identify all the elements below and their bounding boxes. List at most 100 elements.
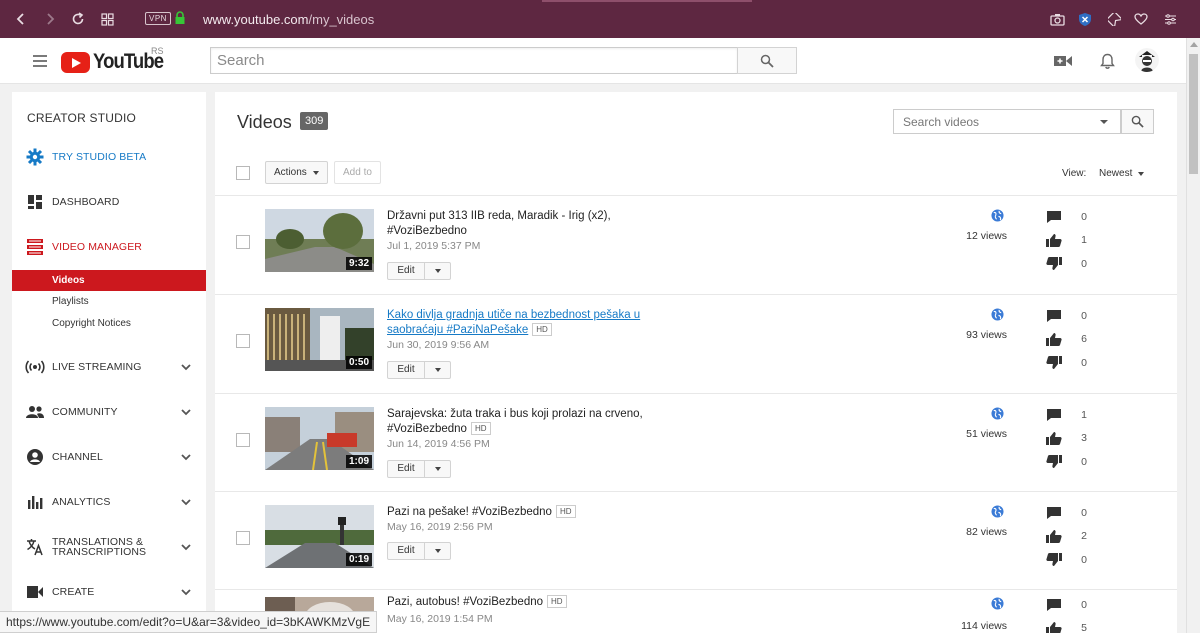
camera-icon[interactable]: [1047, 9, 1067, 29]
video-duration: 0:50: [345, 356, 372, 369]
video-manager-icon: [24, 236, 46, 258]
video-checkbox[interactable]: [236, 531, 250, 545]
country-code: RS: [151, 46, 164, 56]
settings-sliders-icon[interactable]: [1160, 9, 1180, 29]
public-globe-icon: [991, 505, 1004, 518]
youtube-header: YouTube RS Search: [0, 38, 1186, 84]
edit-label: Edit: [388, 263, 425, 279]
add-to-button[interactable]: Add to: [334, 161, 381, 184]
url-path: /my_videos: [308, 12, 375, 27]
lock-icon[interactable]: [174, 11, 186, 25]
edit-dropdown[interactable]: [425, 269, 450, 273]
video-checkbox[interactable]: [236, 235, 250, 249]
sidebar-item-create[interactable]: CREATE: [12, 581, 206, 603]
sidebar-item-video-manager[interactable]: VIDEO MANAGER: [12, 236, 206, 258]
back-icon[interactable]: [11, 9, 31, 29]
like-icon: [1046, 622, 1062, 633]
video-count-badge: 309: [300, 112, 329, 130]
sidebar-item-analytics[interactable]: ANALYTICS: [12, 491, 206, 513]
address-bar[interactable]: www.youtube.com/my_videos: [203, 12, 374, 27]
hd-badge: HD: [547, 595, 567, 608]
caret-down-icon[interactable]: [1100, 120, 1108, 124]
heart-icon[interactable]: [1131, 9, 1151, 29]
speed-dial-icon[interactable]: [97, 9, 117, 29]
edit-dropdown[interactable]: [425, 467, 450, 471]
search-videos-input[interactable]: Search videos: [893, 109, 1121, 134]
video-title[interactable]: Sarajevska: žuta traka i bus koji prolaz…: [387, 407, 657, 437]
chevron-down-icon[interactable]: [180, 586, 192, 598]
video-title-text: Pazi na pešake! #VoziBezbedno: [387, 506, 552, 518]
video-row: 1:09 Sarajevska: žuta traka i bus koji p…: [215, 393, 1177, 492]
edit-label: Edit: [388, 362, 425, 378]
sidebar-subitem-copyright-notices[interactable]: Copyright Notices: [12, 313, 206, 334]
edit-button[interactable]: Edit: [387, 262, 451, 280]
public-globe-icon: [991, 407, 1004, 420]
chevron-down-icon[interactable]: [180, 496, 192, 508]
video-title[interactable]: Pazi, autobus! #VoziBezbedno HD: [387, 595, 657, 610]
video-title-text: Sarajevska: žuta traka i bus koji prolaz…: [387, 408, 643, 435]
chevron-down-icon[interactable]: [180, 361, 192, 373]
edit-dropdown[interactable]: [425, 549, 450, 553]
like-icon: [1046, 333, 1062, 346]
scrollbar-thumb[interactable]: [1189, 54, 1198, 174]
edit-button[interactable]: Edit: [387, 361, 451, 379]
search-input[interactable]: Search: [210, 47, 738, 74]
video-views: 82 views: [966, 526, 1007, 538]
search-button[interactable]: [737, 47, 797, 74]
edit-button[interactable]: Edit: [387, 460, 451, 478]
sidebar-item-translations[interactable]: TRANSLATIONS & TRANSCRIPTIONS: [12, 536, 206, 558]
youtube-logo[interactable]: YouTube RS: [61, 46, 173, 74]
sidebar-item-label: COMMUNITY: [52, 406, 118, 418]
gear-icon: [24, 146, 46, 168]
dislike-icon: [1046, 553, 1062, 566]
search-videos-button[interactable]: [1121, 109, 1154, 134]
video-title[interactable]: Pazi na pešake! #VoziBezbedno HD: [387, 505, 657, 520]
page-scrollbar[interactable]: [1186, 38, 1200, 633]
vpn-badge[interactable]: VPN: [145, 12, 171, 25]
avatar[interactable]: [1135, 48, 1159, 72]
edit-dropdown[interactable]: [425, 368, 450, 372]
video-thumbnail[interactable]: 9:32: [265, 209, 374, 272]
video-thumbnail[interactable]: 0:19: [265, 505, 374, 568]
select-all-checkbox[interactable]: [236, 166, 250, 180]
video-date: Jun 14, 2019 4:56 PM: [387, 438, 490, 450]
status-bar-url: https://www.youtube.com/edit?o=U&ar=3&vi…: [0, 611, 378, 633]
comment-count: 0: [1081, 599, 1087, 611]
edit-button[interactable]: Edit: [387, 542, 451, 560]
video-title-text: Pazi, autobus! #VoziBezbedno: [387, 596, 544, 608]
sidebar-item-label: CHANNEL: [52, 451, 103, 463]
video-checkbox[interactable]: [236, 334, 250, 348]
dislike-count: 0: [1081, 456, 1087, 468]
browser-toolbar: VPN www.youtube.com/my_videos: [0, 0, 1200, 38]
comment-count: 0: [1081, 310, 1087, 322]
search-icon: [760, 54, 774, 68]
sidebar-item-try-studio-beta[interactable]: TRY STUDIO BETA: [12, 146, 206, 168]
search-videos-placeholder: Search videos: [903, 115, 980, 129]
actions-button[interactable]: Actions: [265, 161, 328, 184]
menu-icon[interactable]: [33, 55, 47, 67]
sidebar-item-dashboard[interactable]: DASHBOARD: [12, 191, 206, 213]
shield-icon[interactable]: [1075, 9, 1095, 29]
sidebar-item-channel[interactable]: CHANNEL: [12, 446, 206, 468]
sidebar-item-live-streaming[interactable]: LIVE STREAMING: [12, 356, 206, 378]
video-thumbnail[interactable]: 1:09: [265, 407, 374, 470]
sidebar-subitem-playlists[interactable]: Playlists: [12, 291, 206, 312]
video-title[interactable]: Državni put 313 IIB reda, Maradik - Irig…: [387, 209, 657, 239]
video-date: Jun 30, 2019 9:56 AM: [387, 339, 490, 351]
chevron-down-icon[interactable]: [180, 406, 192, 418]
sidebar-subitem-videos[interactable]: Videos: [12, 270, 206, 291]
reload-icon[interactable]: [68, 9, 88, 29]
chevron-down-icon[interactable]: [180, 451, 192, 463]
forward-icon[interactable]: [40, 9, 60, 29]
notifications-icon[interactable]: [1097, 51, 1117, 71]
sort-select[interactable]: Newest: [1099, 168, 1145, 179]
video-checkbox[interactable]: [236, 433, 250, 447]
sidebar-item-community[interactable]: COMMUNITY: [12, 401, 206, 423]
video-duration: 9:32: [345, 257, 372, 270]
sidebar-item-label: DASHBOARD: [52, 196, 120, 208]
bookmark-icon[interactable]: [1104, 9, 1124, 29]
video-thumbnail[interactable]: 0:50: [265, 308, 374, 371]
upload-video-icon[interactable]: [1053, 51, 1073, 71]
chevron-down-icon[interactable]: [180, 541, 192, 553]
video-title[interactable]: Kako divlja gradnja utiče na bezbednost …: [387, 308, 657, 338]
